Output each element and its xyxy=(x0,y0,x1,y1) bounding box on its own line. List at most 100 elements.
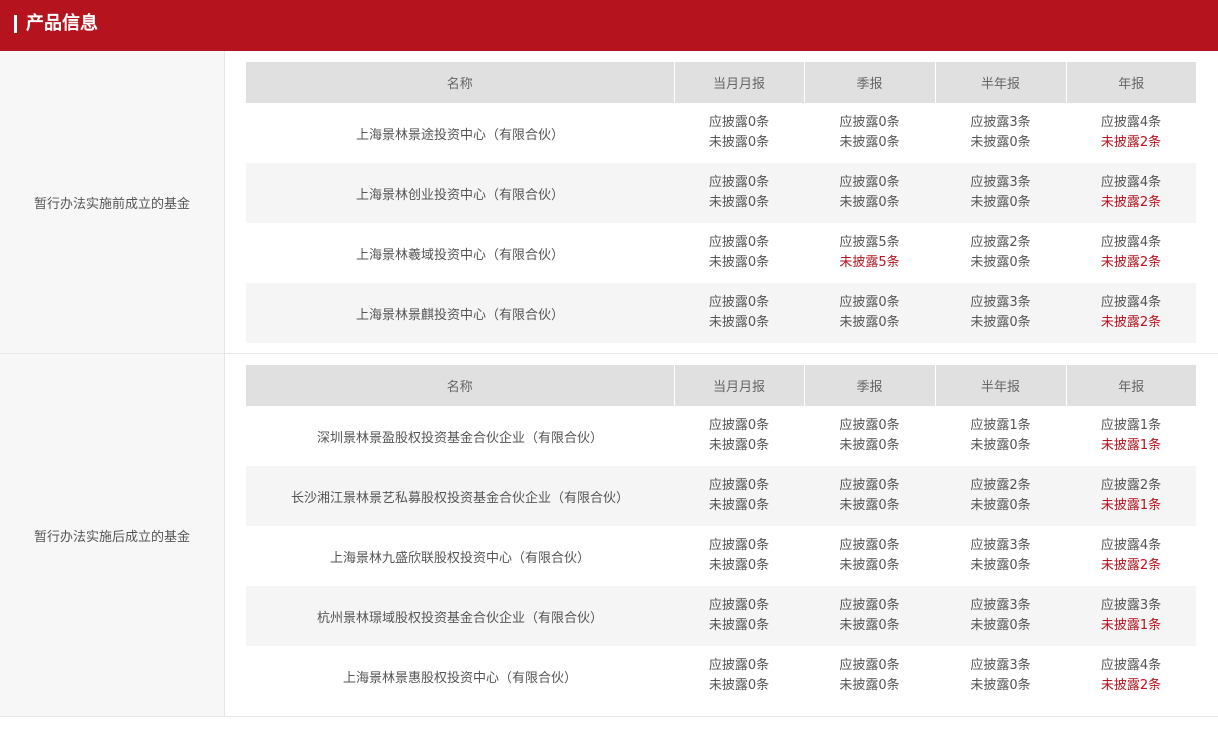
undisclosed-count: 未披露0条 xyxy=(708,498,770,513)
required-count: 应披露3条 xyxy=(970,538,1031,553)
table-row: 上海景林创业投资中心（有限合伙） 应披露0条 未披露0条 应披露0条 未披露0条 应披露3… xyxy=(246,163,1196,223)
disclosure-cell: 应披露0条未披露0条 xyxy=(804,283,935,343)
disclosure-cell: 应披露4条 未披露2条 xyxy=(1066,646,1196,706)
required-count: 应披露3条 xyxy=(1100,598,1162,613)
undisclosed-count: 未披露0条 xyxy=(839,438,900,453)
undisclosed-count: 未披露2条 xyxy=(1100,315,1162,330)
undisclosed-count: 未披露2条 xyxy=(1100,135,1162,150)
required-count: 应披露4条 xyxy=(1100,538,1162,553)
disclosure-cell: 应披露0条 未披露0条 xyxy=(804,163,935,223)
disclosure-cell: 应披露3条未披露0条 xyxy=(935,283,1066,343)
undisclosed-count: 未披露0条 xyxy=(708,618,770,633)
required-count: 应披露3条 xyxy=(970,598,1031,613)
required-count: 应披露0条 xyxy=(708,538,770,553)
required-count: 应披露0条 xyxy=(839,295,900,310)
disclosure-cell: 应披露3条未披露0条 xyxy=(935,163,1066,223)
undisclosed-count: 未披露0条 xyxy=(839,315,900,330)
undisclosed-count: 未披露0条 xyxy=(970,315,1031,330)
fund-name: 上海景林九盛欣联股权投资中心（有限合伙） xyxy=(329,550,590,566)
required-count: 应披露0条 xyxy=(839,418,900,433)
disclosure-cell: 应披露4条 未披露2条 xyxy=(1066,163,1196,223)
required-count: 应披露0条 xyxy=(708,658,770,673)
column-header: 年报 xyxy=(1066,62,1196,103)
required-count: 应披露1条 xyxy=(970,418,1031,433)
required-count: 应披露4条 xyxy=(1100,658,1162,673)
required-count: 应披露2条 xyxy=(970,235,1031,250)
table-row: 上海景林景惠股权投资中心（有限合伙） 应披露0条 未披露0条 应披露0条 未披露0条 应披… xyxy=(246,646,1196,706)
disclosure-cell: 应披露3条 未披露0条 xyxy=(935,646,1066,706)
table-row: 长沙湘江景林景艺私募股权投资基金合伙企业（有限合伙） 应披露0条 未披露0条 应披露0… xyxy=(246,466,1196,526)
undisclosed-count: 未披露0条 xyxy=(839,135,900,150)
disclosure-cell: 应披露0条未披露0条 xyxy=(804,466,935,526)
undisclosed-count: 未披露0条 xyxy=(708,195,770,210)
group-label: 暂行办法实施前成立的基金 xyxy=(0,51,225,353)
required-count: 应披露2条 xyxy=(1100,478,1162,493)
disclosure-cell: 应披露0条 未披露0条 xyxy=(804,526,935,586)
undisclosed-count: 未披露0条 xyxy=(970,195,1031,210)
disclosure-cell: 应披露4条 未披露2条 xyxy=(1066,103,1196,163)
undisclosed-count: 未披露0条 xyxy=(839,558,900,573)
fund-name: 上海景林景途投资中心（有限合伙） xyxy=(355,127,564,143)
fund-table: 名称 当月月报 季报 半年报 年报 上海景林景途投资中心（有限合伙） 应披露0条 未披露0条应… xyxy=(246,62,1196,343)
table-header-row: 名称 当月月报 季报 半年报 年报 xyxy=(246,365,1196,406)
required-count: 应披露3条 xyxy=(970,175,1031,190)
disclosure-cell: 应披露5条 未披露5条 xyxy=(804,223,935,283)
undisclosed-count: 未披露0条 xyxy=(970,558,1031,573)
table-header-row: 名称 当月月报 季报 半年报 年报 xyxy=(246,62,1196,103)
required-count: 应披露0条 xyxy=(708,235,770,250)
fund-name: 深圳景林景盈股权投资基金合伙企业（有限合伙） xyxy=(316,430,603,446)
disclosure-cell: 应披露0条未披露0条 xyxy=(674,466,804,526)
disclosure-cell: 应披露2条 未披露0条 xyxy=(935,466,1066,526)
table-row: 上海景林景途投资中心（有限合伙） 应披露0条 未披露0条 应披露0条 未披露0条 应披露3… xyxy=(246,103,1196,163)
undisclosed-count: 未披露0条 xyxy=(970,438,1031,453)
column-header: 当月月报 xyxy=(674,365,805,406)
disclosure-cell: 应披露4条未披露2条 xyxy=(1066,283,1196,343)
disclosure-cell: 应披露4条未披露2条 xyxy=(1066,526,1196,586)
required-count: 应披露2条 xyxy=(970,478,1031,493)
undisclosed-count: 未披露0条 xyxy=(708,135,770,150)
disclosure-cell: 应披露0条 未披露0条 xyxy=(674,283,804,343)
undisclosed-count: 未披露0条 xyxy=(970,135,1031,150)
disclosure-cell: 应披露3条 未披露0条 xyxy=(935,103,1066,163)
disclosure-cell: 应披露2条未披露1条 xyxy=(1066,466,1196,526)
required-count: 应披露0条 xyxy=(839,598,900,613)
required-count: 应披露1条 xyxy=(1100,418,1162,433)
undisclosed-count: 未披露0条 xyxy=(970,255,1031,270)
undisclosed-count: 未披露0条 xyxy=(708,315,770,330)
undisclosed-count: 未披露0条 xyxy=(970,678,1031,693)
required-count: 应披露3条 xyxy=(970,295,1031,310)
required-count: 应披露4条 xyxy=(1100,295,1162,310)
disclosure-cell: 应披露0条 未披露0条 xyxy=(804,103,935,163)
undisclosed-count: 未披露0条 xyxy=(708,678,770,693)
column-header: 季报 xyxy=(804,62,936,103)
undisclosed-count: 未披露0条 xyxy=(839,498,900,513)
disclosure-cell: 应披露0条未披露0条 xyxy=(674,646,804,706)
disclosure-cell: 应披露0条 未披露0条 xyxy=(804,646,935,706)
undisclosed-count: 未披露0条 xyxy=(839,618,900,633)
table-row: 上海景林羲域投资中心（有限合伙） 应披露0条 未披露0条 应披露5条 未披露5条 应披露2… xyxy=(246,223,1196,283)
undisclosed-count: 未披露0条 xyxy=(708,438,770,453)
disclosure-cell: 应披露1条未披露0条 xyxy=(935,406,1066,466)
disclosure-cell: 应披露0条 未披露0条 xyxy=(674,223,804,283)
table-row: 上海景林九盛欣联股权投资中心（有限合伙） 应披露0条 未披露0条 应披露0条 未披露0条… xyxy=(246,526,1196,586)
column-header: 当月月报 xyxy=(674,62,805,103)
disclosure-cell: 应披露0条未披露0条 xyxy=(804,586,935,646)
table-row: 杭州景林璟域股权投资基金合伙企业（有限合伙） 应披露0条 未披露0条 应披露0条 未披露… xyxy=(246,586,1196,646)
required-count: 应披露0条 xyxy=(708,418,770,433)
section-header: 产品信息 xyxy=(0,0,1218,51)
fund-group: 暂行办法实施后成立的基金 名称 当月月报 季报 半年报 年报 深圳景林景盈股权投资基金合伙企… xyxy=(0,354,1218,717)
undisclosed-count: 未披露1条 xyxy=(1100,498,1162,513)
undisclosed-count: 未披露1条 xyxy=(1100,618,1162,633)
required-count: 应披露0条 xyxy=(839,478,900,493)
undisclosed-count: 未披露0条 xyxy=(839,195,900,210)
fund-table: 名称 当月月报 季报 半年报 年报深圳景林景盈股权投资基金合伙企业（有限合伙） 应披露0条… xyxy=(246,365,1196,706)
disclosure-cell: 应披露0条未披露0条 xyxy=(674,406,804,466)
disclosure-cell: 应披露2条未披露0条 xyxy=(935,223,1066,283)
fund-name: 上海景林景麒投资中心（有限合伙） xyxy=(246,283,674,343)
undisclosed-count: 未披露2条 xyxy=(1100,558,1162,573)
disclosure-cell: 应披露4条 未披露2条 xyxy=(1066,223,1196,283)
table-row: 深圳景林景盈股权投资基金合伙企业（有限合伙） 应披露0条 未披露0条 应披露0条 未披露… xyxy=(246,406,1196,466)
table-row: 上海景林景麒投资中心（有限合伙） 应披露0条 未披露0条 应披露0条 未披露0条 应披露3… xyxy=(246,283,1196,343)
required-count: 应披露0条 xyxy=(708,115,770,130)
required-count: 应披露0条 xyxy=(708,478,770,493)
